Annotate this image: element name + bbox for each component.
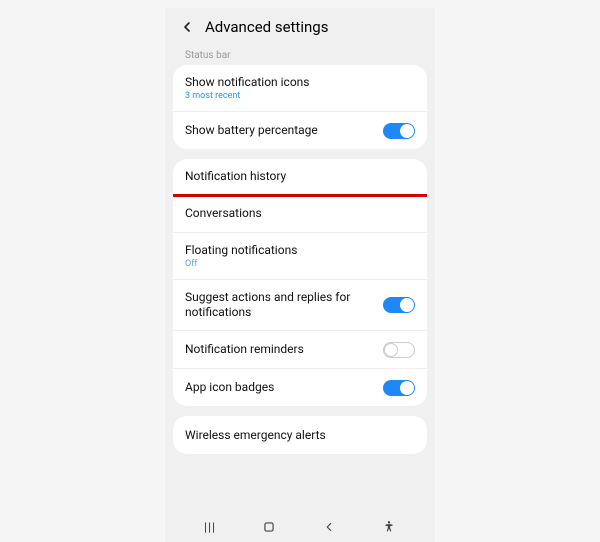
floating-notifications-title: Floating notifications [185, 243, 297, 258]
show-notification-icons-sub: 3 most recent [185, 91, 310, 101]
back-nav-icon[interactable] [322, 520, 336, 534]
notification-reminders-row[interactable]: Notification reminders [173, 330, 427, 368]
app-icon-badges-row[interactable]: App icon badges [173, 368, 427, 406]
notification-history-row[interactable]: Notification history [173, 159, 427, 197]
show-battery-percentage-row[interactable]: Show battery percentage [173, 111, 427, 149]
status-bar-card: Show notification icons 3 most recent Sh… [173, 65, 427, 149]
suggest-actions-toggle[interactable] [383, 297, 415, 313]
floating-notifications-row[interactable]: Floating notifications Off [173, 232, 427, 279]
show-notification-icons-row[interactable]: Show notification icons 3 most recent [173, 65, 427, 111]
app-icon-badges-title: App icon badges [185, 380, 274, 395]
wireless-emergency-alerts-row[interactable]: Wireless emergency alerts [173, 416, 427, 454]
show-notification-icons-title: Show notification icons [185, 75, 310, 90]
app-icon-badges-toggle[interactable] [383, 380, 415, 396]
back-icon[interactable] [179, 19, 195, 35]
conversations-title: Conversations [185, 206, 262, 221]
header: Advanced settings [165, 8, 435, 44]
alerts-card: Wireless emergency alerts [173, 416, 427, 454]
navigation-bar: ||| [165, 510, 435, 542]
section-label-status-bar: Status bar [173, 44, 427, 65]
battery-toggle[interactable] [383, 123, 415, 139]
settings-screen: Advanced settings Status bar Show notifi… [165, 8, 435, 542]
accessibility-icon[interactable] [382, 520, 396, 534]
page-title: Advanced settings [205, 18, 328, 36]
wireless-emergency-alerts-title: Wireless emergency alerts [185, 428, 326, 443]
conversations-row[interactable]: Conversations [173, 194, 427, 232]
suggest-actions-row[interactable]: Suggest actions and replies for notifica… [173, 279, 427, 330]
notification-reminders-toggle[interactable] [383, 342, 415, 358]
main-settings-card: Notification history Conversations Float… [173, 159, 427, 406]
home-icon[interactable] [262, 520, 276, 534]
suggest-actions-title: Suggest actions and replies for notifica… [185, 290, 365, 320]
show-battery-percentage-title: Show battery percentage [185, 123, 318, 138]
notification-history-title: Notification history [185, 169, 286, 184]
recent-apps-icon[interactable]: ||| [204, 520, 216, 534]
content: Status bar Show notification icons 3 mos… [165, 44, 435, 510]
notification-reminders-title: Notification reminders [185, 342, 304, 357]
floating-notifications-sub: Off [185, 259, 297, 269]
